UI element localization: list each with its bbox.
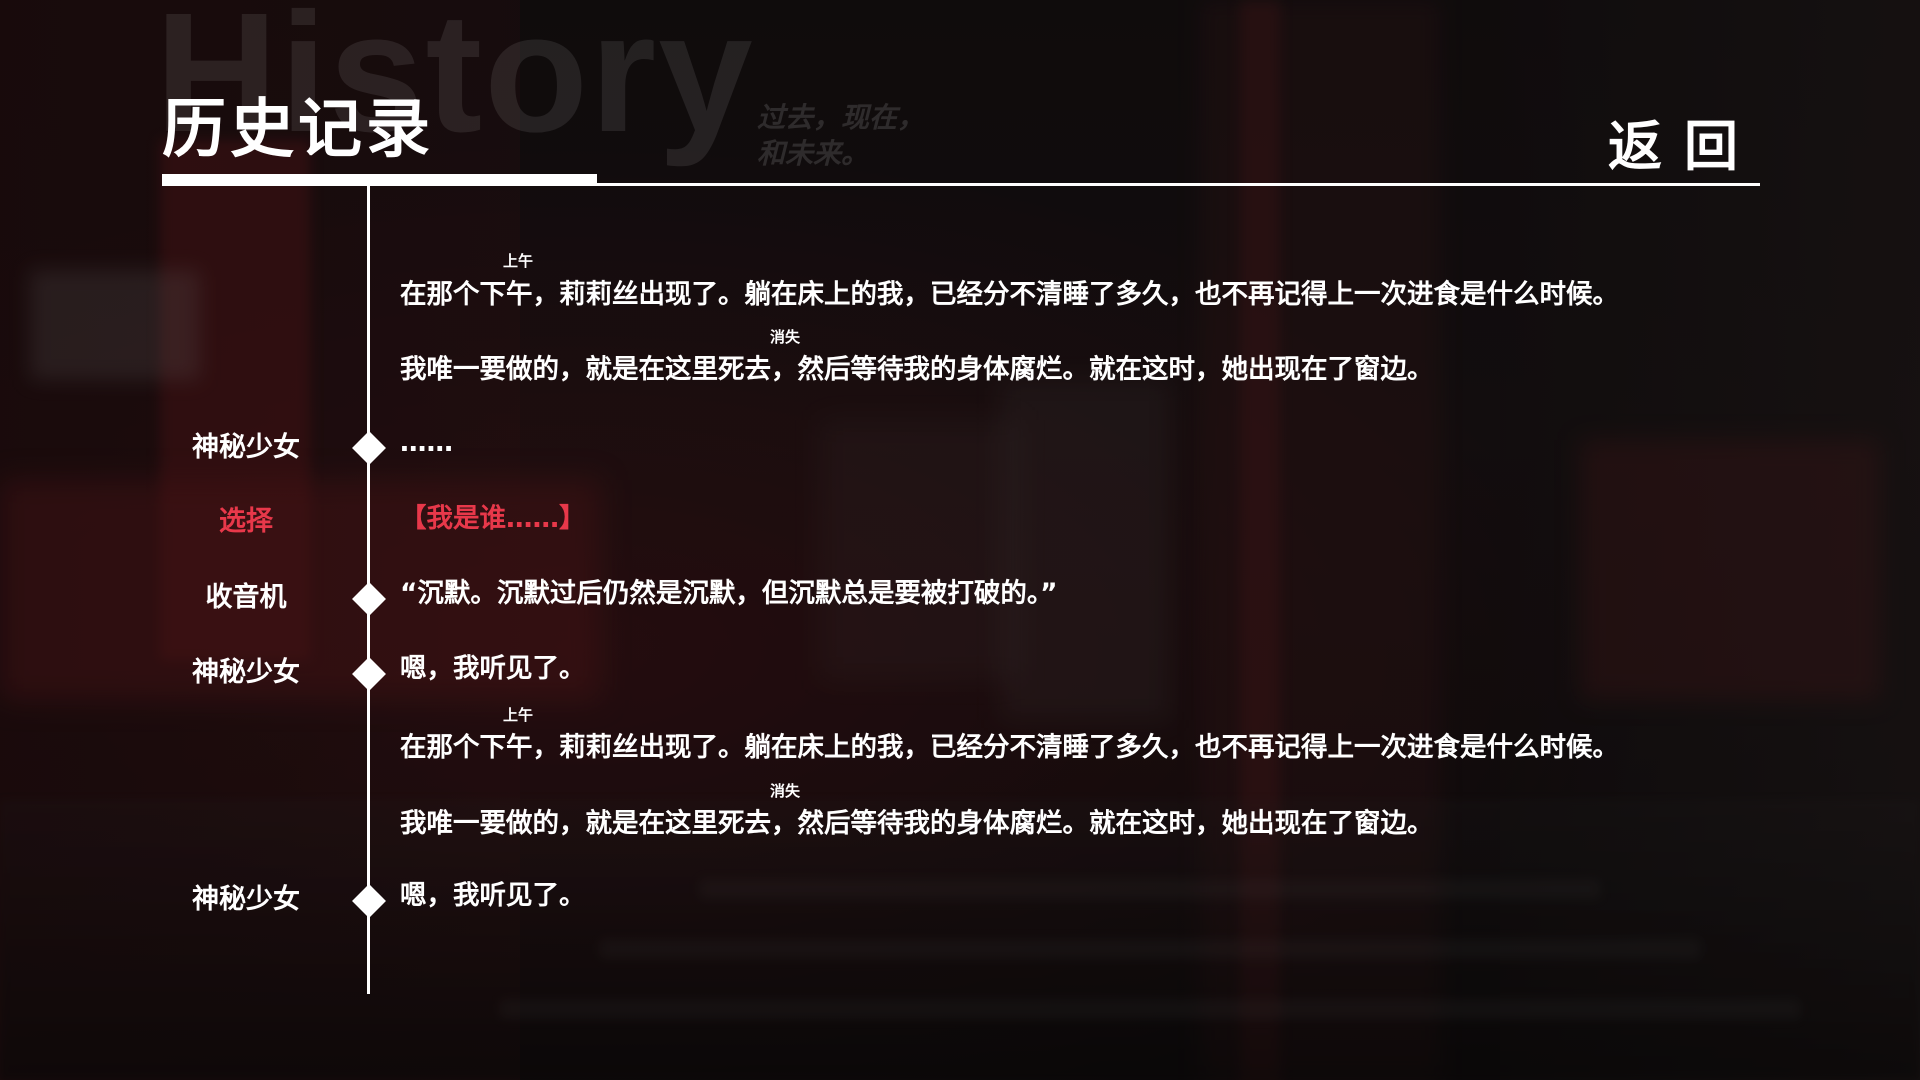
dialogue-line: 嗯，我听见了。 xyxy=(400,880,586,911)
back-button[interactable]: 返回 xyxy=(1608,120,1760,174)
narration-line: 我唯一要做的，就是在这里死去，然后等待我的身体腐烂。就在这时，她出现在了窗边。 xyxy=(400,354,1434,385)
history-screen: History 过去，现在， 和未来。 历史记录 返回 上午 在那个下午，莉莉丝… xyxy=(0,0,1920,1080)
page-title: 历史记录 xyxy=(162,93,434,167)
choice-text: 【我是谁……】 xyxy=(400,503,586,534)
speaker-name: 神秘少女 xyxy=(192,432,300,463)
narration-line: 我唯一要做的，就是在这里死去，然后等待我的身体腐烂。就在这时，她出现在了窗边。 xyxy=(400,808,1434,839)
speaker-name: 神秘少女 xyxy=(192,884,300,915)
watermark-subtitle-line: 和未来。 xyxy=(757,137,870,170)
speaker-name: 收音机 xyxy=(205,582,287,613)
ruby-annotation: 消失 xyxy=(770,782,801,800)
watermark-subtitle: 过去，现在， 和未来。 xyxy=(757,100,925,172)
ruby-annotation: 上午 xyxy=(503,252,534,270)
narration-line: 在那个下午，莉莉丝出现了。躺在床上的我，已经分不清睡了多久，也不再记得上一次进食… xyxy=(400,732,1619,763)
dialogue-line: 嗯，我听见了。 xyxy=(400,653,586,684)
ruby-annotation: 上午 xyxy=(503,706,534,724)
title-underline xyxy=(162,174,597,186)
dialogue-line: …… xyxy=(400,427,453,458)
dialogue-line: “沉默。沉默过后仍然是沉默，但沉默总是要被打破的。” xyxy=(400,578,1058,609)
choice-label: 选择 xyxy=(219,506,273,537)
watermark-subtitle-line: 过去，现在， xyxy=(757,101,926,134)
ruby-annotation: 消失 xyxy=(770,328,801,346)
narration-line: 在那个下午，莉莉丝出现了。躺在床上的我，已经分不清睡了多久，也不再记得上一次进食… xyxy=(400,279,1619,310)
speaker-name: 神秘少女 xyxy=(192,657,300,688)
